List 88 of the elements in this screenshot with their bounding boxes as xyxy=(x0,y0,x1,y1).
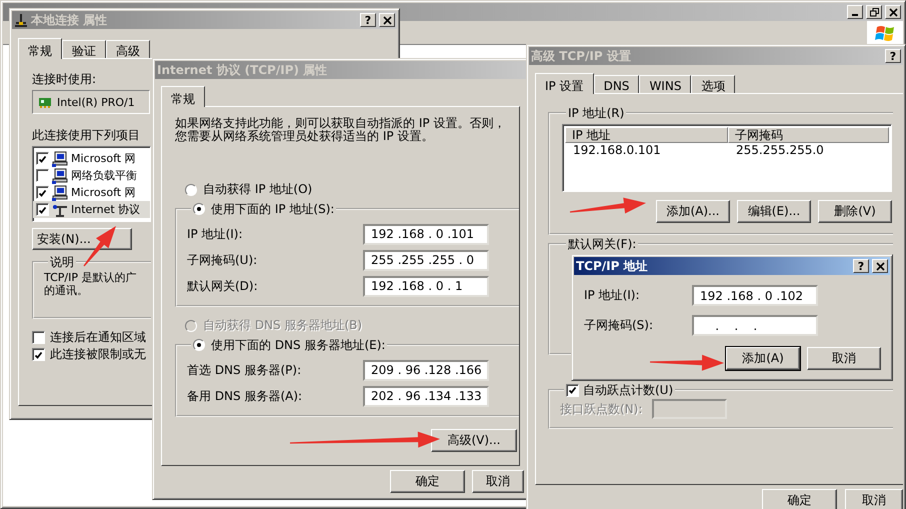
checkbox-label: 连接后在通知区域 xyxy=(50,330,146,345)
radio-label[interactable]: 使用下面的 DNS 服务器地址(E): xyxy=(211,338,386,352)
checkmark-icon xyxy=(38,154,47,162)
tab[interactable]: WINS xyxy=(639,75,692,93)
tab[interactable]: 常规 xyxy=(161,86,205,107)
help-button[interactable]: ? xyxy=(885,49,901,63)
edit-button[interactable]: 编辑(E)... xyxy=(737,200,811,223)
table-cell-text: 255.255.255.0 xyxy=(735,143,825,159)
network-card-icon xyxy=(38,96,52,108)
remove-button[interactable]: 删除(V) xyxy=(818,200,892,223)
checkbox-label: 自动跃点计数(U) xyxy=(583,383,674,397)
help-button[interactable]: ? xyxy=(853,259,869,273)
computer-icon xyxy=(52,184,68,200)
tab[interactable]: DNS xyxy=(594,75,640,93)
list-item[interactable]: Microsoft 网 xyxy=(33,184,150,201)
tab[interactable]: 选项 xyxy=(691,75,736,93)
restore-icon xyxy=(870,8,878,16)
restore-button[interactable] xyxy=(866,5,882,19)
field-label: IP 地址(I): xyxy=(584,288,641,303)
checkmark-icon xyxy=(568,386,577,394)
column-header[interactable]: IP 地址 xyxy=(565,127,728,143)
ip-address-field[interactable]: 192 .168 . 0 .101 xyxy=(363,224,489,244)
field-label: 此连接使用下列项目 xyxy=(32,128,140,143)
group-label: 默认网关(F): xyxy=(568,237,636,251)
minimize-button[interactable] xyxy=(847,5,863,19)
network-icon xyxy=(14,13,28,27)
intro-text: 如果网络支持此功能，则可以获取自动指派的 IP 设置。否则， 您需要从网络系统管理员处获得适当的 IP 设置。 xyxy=(175,117,506,143)
window-title: 高级 TCP/IP 设置 xyxy=(531,48,631,64)
ip-address-field[interactable]: 255 .255 .255 . 0 xyxy=(363,250,489,270)
field-label: 默认网关(D): xyxy=(187,278,258,294)
list-item[interactable]: Microsoft 网 xyxy=(33,150,150,167)
checkbox[interactable] xyxy=(566,384,579,396)
install-button[interactable]: 安装(N)... xyxy=(32,228,132,250)
field-label: 连接时使用: xyxy=(32,72,96,87)
window-title: 本地连接 属性 xyxy=(31,12,108,28)
close-icon xyxy=(888,8,898,16)
close-button[interactable] xyxy=(379,13,395,27)
field-label: 首选 DNS 服务器(P): xyxy=(187,362,302,378)
description-text: TCP/IP 是默认的广 的通讯。 xyxy=(44,271,136,297)
field-label: 子网掩码(S): xyxy=(584,318,654,333)
adapter-field: Intel(R) PRO/1 xyxy=(32,90,150,114)
close-button[interactable] xyxy=(872,259,888,273)
add-button[interactable]: 添加(A)... xyxy=(656,200,730,223)
tab[interactable]: 常规 xyxy=(18,38,62,59)
tab[interactable]: IP 设置 xyxy=(535,73,594,94)
ok-button[interactable]: 确定 xyxy=(390,470,465,493)
table-cell-text: 192.168.0.101 xyxy=(572,143,662,159)
ip-address-field[interactable]: 192 .168 . 0 . 1 xyxy=(363,276,489,296)
radio-button[interactable] xyxy=(193,338,205,350)
add-button[interactable]: 添加(A) xyxy=(726,347,800,370)
cancel-button[interactable]: 取消 xyxy=(807,347,881,370)
field-label: 备用 DNS 服务器(A): xyxy=(187,388,302,404)
list-item[interactable]: Internet 协议 xyxy=(33,201,150,218)
ok-button[interactable]: 确定 xyxy=(762,489,837,509)
help-button[interactable]: ? xyxy=(360,13,376,27)
cancel-button[interactable]: 取消 xyxy=(472,470,524,493)
column-header[interactable]: 子网掩码 xyxy=(728,127,889,143)
computer-icon xyxy=(52,150,68,166)
logo-icon xyxy=(875,23,895,42)
checkmark-icon xyxy=(34,350,43,358)
ip-address-field[interactable]: 192 .168 . 0 .102 xyxy=(692,285,818,306)
field-label: 接口跃点数(N): xyxy=(560,402,642,416)
computer-icon xyxy=(52,168,68,184)
list-item[interactable]: 网络负载平衡 xyxy=(33,167,150,184)
group-label: 说明 xyxy=(50,255,74,269)
checkbox[interactable] xyxy=(36,186,49,199)
checkbox[interactable] xyxy=(36,203,49,216)
close-button[interactable] xyxy=(885,5,901,19)
ip-address-field[interactable]: 202 . 96 .134 .133 xyxy=(363,386,489,406)
radio-label[interactable]: 自动获得 IP 地址(O) xyxy=(203,182,312,197)
advanced-button[interactable]: 高级(V)... xyxy=(431,429,517,452)
tab[interactable]: 高级 xyxy=(106,40,150,58)
checkbox[interactable] xyxy=(32,331,45,344)
radio-label[interactable]: 使用下面的 IP 地址(S): xyxy=(211,202,334,216)
cancel-button[interactable]: 取消 xyxy=(845,489,903,509)
window-title: TCP/IP 地址 xyxy=(576,258,648,274)
ip-address-field[interactable]: 209 . 96 .128 .166 xyxy=(363,360,489,380)
close-icon xyxy=(876,262,884,270)
tab[interactable]: 验证 xyxy=(62,40,106,58)
checkbox[interactable] xyxy=(32,348,45,361)
radio-button[interactable] xyxy=(193,202,205,214)
checkbox-label: 此连接被限制或无 xyxy=(50,347,146,362)
radio-button[interactable] xyxy=(185,184,197,196)
group-label: IP 地址(R) xyxy=(568,106,624,120)
field-label: IP 地址(I): xyxy=(187,226,243,242)
ip-address-field[interactable]: . . . xyxy=(692,315,818,336)
field-label: 子网掩码(U): xyxy=(187,252,258,268)
close-icon xyxy=(382,16,392,24)
